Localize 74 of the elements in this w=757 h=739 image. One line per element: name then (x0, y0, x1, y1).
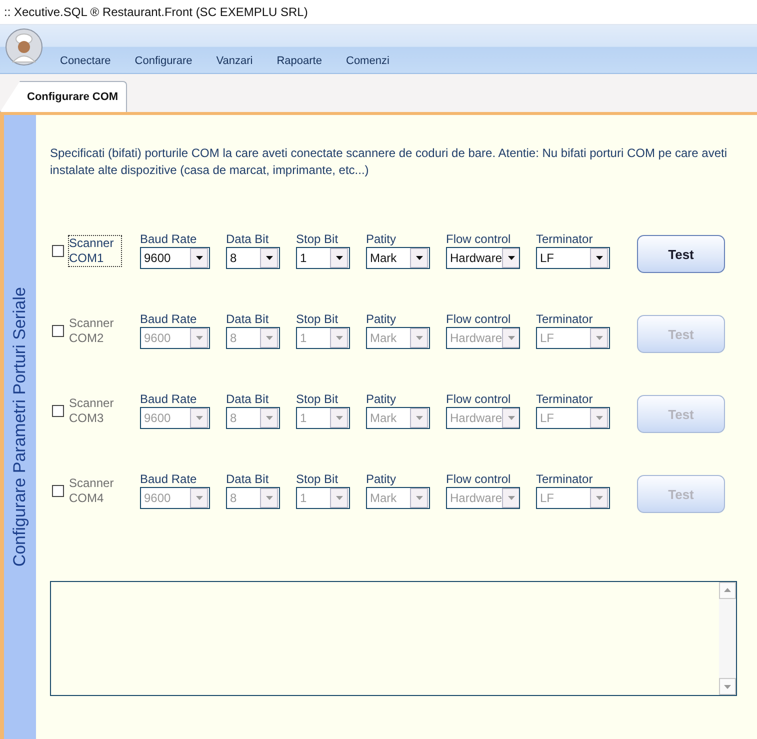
log-text-area[interactable] (50, 581, 737, 696)
field-label: Terminator (536, 472, 594, 487)
field-label: Flow control (446, 472, 512, 487)
scroll-up-icon[interactable] (719, 582, 736, 599)
field-label: Baud Rate (140, 472, 198, 487)
field-label: Data Bit (226, 232, 270, 247)
port-name: Scanner COM2 (68, 315, 115, 347)
dropdown[interactable]: 1 (296, 247, 350, 269)
menu-item[interactable]: Vanzari (204, 55, 265, 67)
field-label: Data Bit (226, 312, 270, 327)
field-label: Data Bit (226, 392, 270, 407)
dropdown-arrow-icon (336, 256, 342, 260)
field-label: Baud Rate (140, 392, 198, 407)
field-label: Flow control (446, 312, 512, 327)
dropdown[interactable]: 8 (226, 247, 280, 269)
port-name: Scanner COM4 (68, 475, 115, 507)
field-label: Baud Rate (140, 232, 198, 247)
dropdown-arrow-icon (336, 416, 342, 420)
port-name: Scanner COM3 (68, 395, 115, 427)
field-label: Patity (366, 392, 398, 407)
field-label: Flow control (446, 392, 512, 407)
dropdown-arrow-icon (196, 336, 202, 340)
field-label: Baud Rate (140, 312, 198, 327)
dropdown-arrow-icon (596, 256, 602, 260)
dropdown-arrow-icon (508, 256, 515, 260)
dropdown-arrow-icon (266, 496, 272, 500)
field-label: Stop Bit (296, 232, 340, 247)
scroll-bar[interactable] (719, 582, 736, 695)
dropdown-arrow-icon (266, 336, 272, 340)
field-label: Patity (366, 312, 398, 327)
dropdown-arrow-icon (596, 416, 602, 420)
dropdown[interactable]: Hardware (446, 247, 520, 269)
dropdown-arrow-icon (266, 416, 272, 420)
dropdown-arrow-icon (596, 496, 602, 500)
dropdown-arrow-icon (196, 256, 202, 260)
dropdown-arrow-icon (596, 336, 602, 340)
scroll-down-icon[interactable] (719, 678, 736, 695)
dropdown-arrow-icon (266, 256, 272, 260)
menu-item[interactable]: Conectare (48, 55, 123, 67)
chef-avatar-icon[interactable] (5, 28, 43, 66)
dropdown[interactable]: LF (536, 247, 610, 269)
field-label: Data Bit (226, 472, 270, 487)
field-label: Terminator (536, 392, 594, 407)
dropdown[interactable]: 9600 (140, 247, 210, 269)
menu-item[interactable]: Configurare (122, 55, 204, 67)
dropdown-arrow-icon (416, 256, 422, 260)
dropdown-arrow-icon (416, 336, 422, 340)
field-label: Patity (366, 472, 398, 487)
dropdown-arrow-icon (416, 416, 422, 420)
field-label: Stop Bit (296, 312, 340, 327)
dropdown-arrow-icon (336, 336, 342, 340)
dropdown[interactable]: Mark (366, 247, 430, 269)
field-label: Terminator (536, 232, 594, 247)
dropdown-arrow-icon (508, 496, 515, 500)
dropdown-arrow-icon (508, 416, 515, 420)
tab[interactable]: Configurare COM (0, 81, 128, 112)
field-label: Stop Bit (296, 472, 340, 487)
window-title: :: Xecutive.SQL ® Restaurant.Front (SC EXEMPLU SRL) (4, 5, 308, 19)
menu-item[interactable]: Comenzi (334, 55, 402, 67)
port-checkbox[interactable] (52, 245, 64, 257)
test-button[interactable]: Test (637, 235, 725, 273)
side-panel-title: Configurare Parametri Porturi Seriale (10, 287, 30, 567)
instructions-text: Specificati (bifati) porturile COM la care aveti conectate scannere de coduri de bare. Atentie: Nu bifati porturi COM pe care aveti instalate alte dispozitive (casa de marcat, imprimante, etc...) (50, 145, 728, 179)
field-label: Stop Bit (296, 392, 340, 407)
menu-item[interactable]: Rapoarte (264, 55, 334, 67)
dropdown-arrow-icon (508, 336, 515, 340)
dropdown-arrow-icon (196, 416, 202, 420)
dropdown-arrow-icon (416, 496, 422, 500)
dropdown-arrow-icon (336, 496, 342, 500)
dropdown-arrow-icon (196, 496, 202, 500)
field-label: Terminator (536, 312, 594, 327)
port-name: Scanner COM1 (68, 235, 122, 267)
field-label: Flow control (446, 232, 512, 247)
field-label: Patity (366, 232, 398, 247)
